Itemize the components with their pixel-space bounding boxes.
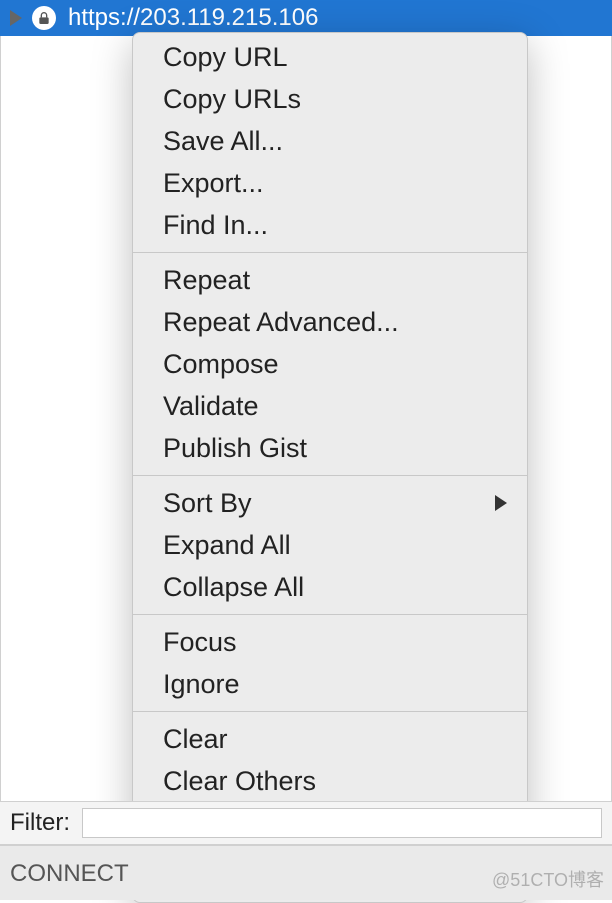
- menu-item-export[interactable]: Export...: [133, 162, 527, 204]
- menu-item-clear[interactable]: Clear: [133, 718, 527, 760]
- host-url: https://203.119.215.106: [68, 4, 318, 32]
- filter-label: Filter:: [10, 809, 70, 837]
- menu-item-clear-others[interactable]: Clear Others: [133, 760, 527, 802]
- menu-item-expand-all[interactable]: Expand All: [133, 524, 527, 566]
- ssl-lock-icon: [32, 6, 56, 30]
- menu-separator: [133, 252, 527, 253]
- menu-separator: [133, 475, 527, 476]
- watermark: @51CTO博客: [492, 866, 604, 892]
- menu-item-copy-url[interactable]: Copy URL: [133, 36, 527, 78]
- menu-item-save-all[interactable]: Save All...: [133, 120, 527, 162]
- menu-item-find-in[interactable]: Find In...: [133, 204, 527, 246]
- menu-item-repeat[interactable]: Repeat: [133, 259, 527, 301]
- status-text: CONNECT: [10, 860, 129, 887]
- context-menu: Copy URLCopy URLsSave All...Export...Fin…: [132, 32, 528, 903]
- menu-item-repeat-advanced[interactable]: Repeat Advanced...: [133, 301, 527, 343]
- menu-item-publish-gist[interactable]: Publish Gist: [133, 427, 527, 469]
- menu-separator: [133, 711, 527, 712]
- menu-item-sort-by[interactable]: Sort By: [133, 482, 527, 524]
- host-row[interactable]: https://203.119.215.106: [0, 0, 612, 36]
- menu-item-validate[interactable]: Validate: [133, 385, 527, 427]
- menu-item-collapse-all[interactable]: Collapse All: [133, 566, 527, 608]
- menu-item-copy-urls[interactable]: Copy URLs: [133, 78, 527, 120]
- menu-item-ignore[interactable]: Ignore: [133, 663, 527, 705]
- filter-bar: Filter:: [0, 801, 612, 845]
- menu-separator: [133, 614, 527, 615]
- menu-item-focus[interactable]: Focus: [133, 621, 527, 663]
- menu-item-compose[interactable]: Compose: [133, 343, 527, 385]
- disclosure-triangle-icon[interactable]: [10, 10, 22, 26]
- filter-input[interactable]: [82, 808, 602, 838]
